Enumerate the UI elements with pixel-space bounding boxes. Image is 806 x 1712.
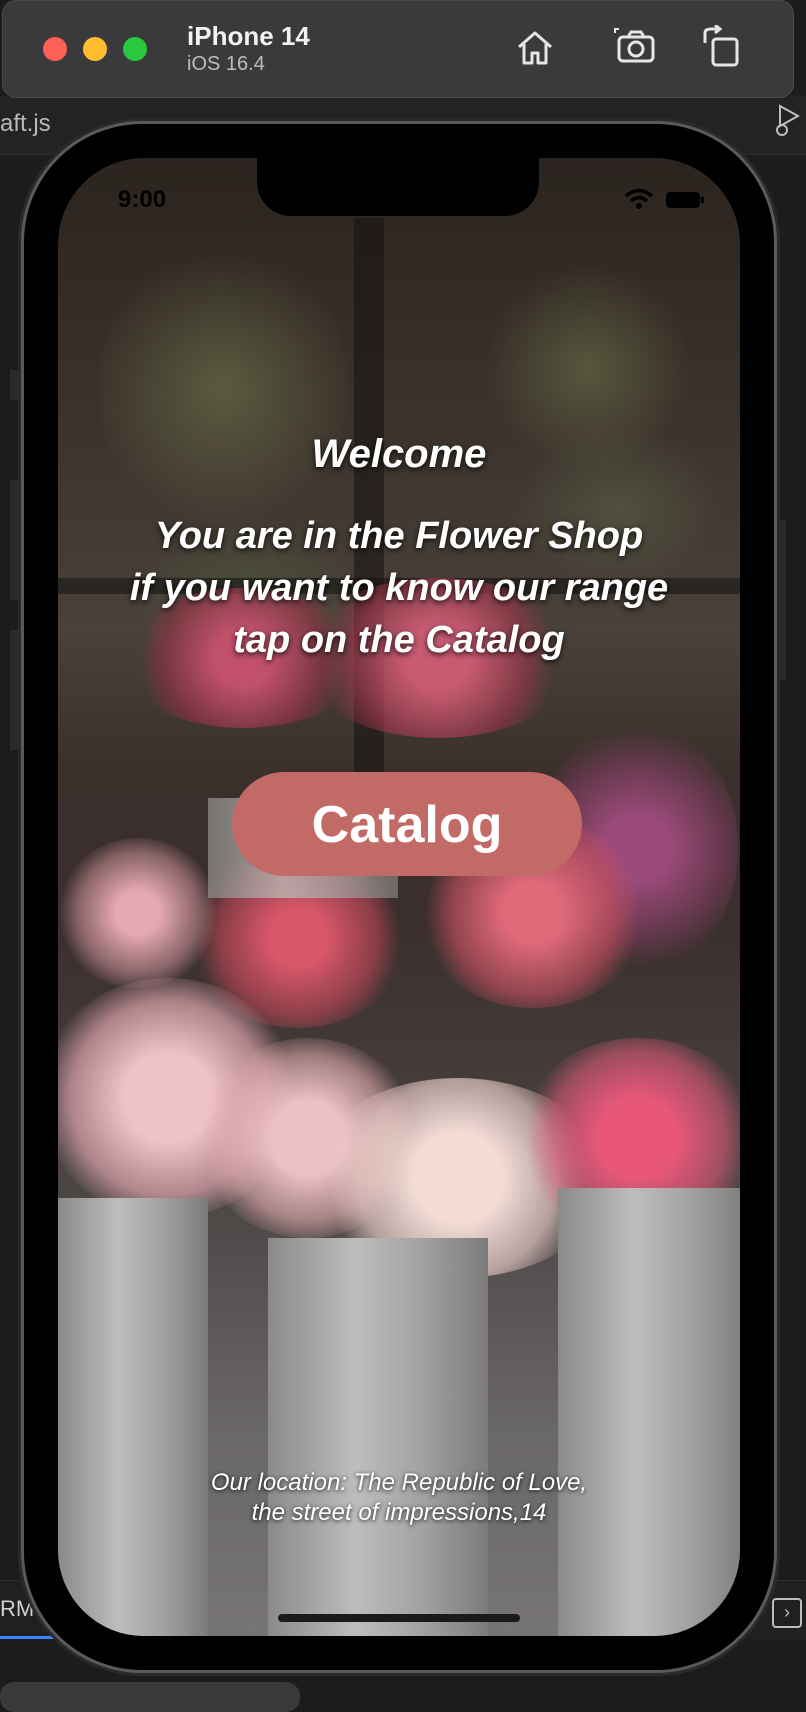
location-line: the street of impressions,14: [251, 1499, 547, 1526]
intro-line: tap on the Catalog: [233, 619, 565, 661]
gutter-marker: [10, 480, 24, 600]
close-window-button[interactable]: [43, 37, 67, 61]
intro-text: You are in the Flower Shop if you want t…: [58, 510, 740, 666]
bottom-status-pill: [0, 1682, 300, 1712]
simulator-title-bar: iPhone 14 iOS 16.4: [2, 0, 794, 98]
app-background-image: [58, 158, 740, 1636]
dynamic-notch: [257, 158, 539, 216]
battery-icon: [666, 192, 704, 208]
welcome-heading: Welcome: [311, 432, 487, 476]
status-bar-time: 9:00: [118, 186, 167, 213]
gutter-marker: [10, 630, 24, 750]
roses-cluster: [58, 838, 218, 988]
editor-tab[interactable]: aft.js: [0, 110, 51, 138]
rotate-icon[interactable]: [701, 25, 745, 69]
scrollbar-track[interactable]: [776, 520, 786, 680]
terminal-tab-underline: [0, 1636, 60, 1639]
location-line: Our location: The Republic of Love,: [210, 1469, 588, 1496]
device-name: iPhone 14: [187, 21, 310, 51]
intro-line: if you want to know our range: [129, 567, 669, 609]
chevron-right-icon[interactable]: ›: [772, 1598, 802, 1628]
gutter-marker: [10, 370, 24, 400]
device-os-version: iOS 16.4: [187, 53, 265, 75]
greenery: [98, 238, 348, 538]
screenshot-icon[interactable]: [613, 25, 657, 69]
home-icon[interactable]: [513, 25, 557, 69]
flower-bucket: [558, 1188, 740, 1636]
wifi-icon: [624, 188, 654, 209]
location-text: Our location: The Republic of Love, the …: [58, 1468, 740, 1528]
catalog-button[interactable]: Catalog: [232, 772, 582, 876]
run-debug-icon[interactable]: [772, 102, 802, 138]
flower-bucket: [58, 1198, 208, 1636]
zoom-window-button[interactable]: [123, 37, 147, 61]
intro-line: You are in the Flower Shop: [154, 515, 644, 557]
minimize-window-button[interactable]: [83, 37, 107, 61]
home-indicator[interactable]: [278, 1614, 520, 1622]
flower-bucket: [268, 1238, 488, 1636]
